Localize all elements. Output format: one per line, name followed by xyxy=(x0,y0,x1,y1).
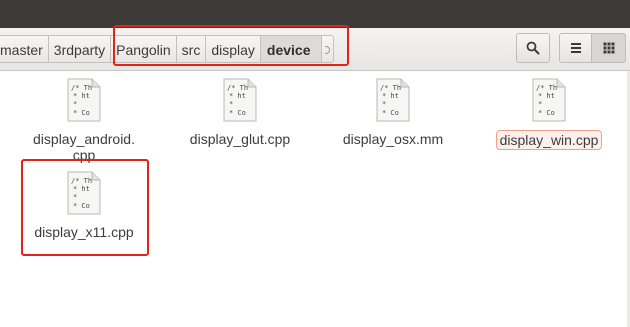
thumb-line-3: * xyxy=(73,193,77,201)
thumb-line-4: * Co xyxy=(538,109,555,117)
title-bar xyxy=(0,0,630,29)
thumb-line-1: /* Th xyxy=(71,84,92,92)
file-name-label: display_osx.mm xyxy=(342,131,444,147)
file-name-label: display_win.cpp xyxy=(479,130,619,150)
search-button[interactable] xyxy=(516,33,550,63)
list-view-icon xyxy=(570,43,581,53)
thumb-line-2: * ht xyxy=(538,92,555,100)
thumb-line-1: /* Th xyxy=(71,177,92,185)
thumb-line-2: * ht xyxy=(229,92,246,100)
search-icon xyxy=(526,41,540,55)
thumb-line-4: * Co xyxy=(229,109,246,117)
breadcrumb-item-device[interactable]: device xyxy=(260,35,322,63)
thumb-line-2: * ht xyxy=(382,92,399,100)
cpp-file-icon: /* Th * ht * * Co xyxy=(532,78,566,122)
cpp-file-icon: /* Th * ht * * Co xyxy=(223,78,257,122)
file-view: /* Th * ht * * Co display_android. cpp /… xyxy=(0,71,630,327)
file-item[interactable]: /* Th * ht * * Co display_osx.mm xyxy=(323,78,463,168)
thumb-line-3: * xyxy=(229,100,233,108)
file-item[interactable]: /* Th * ht * * Co display_glut.cpp xyxy=(170,78,310,168)
thumb-line-1: /* Th xyxy=(380,84,401,92)
file-name-label: display_x11.cpp xyxy=(34,224,134,240)
mm-file-icon: /* Th * ht * * Co xyxy=(376,78,410,122)
grid-view-button[interactable] xyxy=(592,33,626,63)
file-item-selected[interactable]: /* Th * ht * * Co display_win.cpp xyxy=(479,78,619,168)
thumb-line-1: /* Th xyxy=(536,84,557,92)
thumb-line-2: * ht xyxy=(73,92,90,100)
file-item[interactable]: /* Th * ht * * Co display_x11.cpp xyxy=(14,171,154,241)
thumb-line-2: * ht xyxy=(73,185,90,193)
thumb-line-4: * Co xyxy=(73,109,90,117)
thumb-line-4: * Co xyxy=(382,109,399,117)
breadcrumb-item-master[interactable]: master xyxy=(0,35,49,63)
breadcrumb-item-pangolin[interactable]: Pangolin xyxy=(111,35,177,63)
cpp-file-icon: /* Th * ht * * Co xyxy=(67,78,101,122)
breadcrumb-overflow-chevron-icon[interactable] xyxy=(321,35,334,63)
cpp-file-icon: /* Th * ht * * Co xyxy=(67,171,101,215)
breadcrumb-item-src[interactable]: src xyxy=(176,35,207,63)
grid-view-icon xyxy=(603,42,614,54)
thumb-line-3: * xyxy=(538,100,542,108)
thumb-line-3: * xyxy=(73,100,77,108)
thumb-line-3: * xyxy=(382,100,386,108)
file-manager-window: master 3rdparty Pangolin src display dev… xyxy=(0,0,630,327)
breadcrumb-item-3rdparty[interactable]: 3rdparty xyxy=(48,35,112,63)
breadcrumb-item-display[interactable]: display xyxy=(206,35,261,63)
thumb-line-1: /* Th xyxy=(227,84,248,92)
file-name-label: display_glut.cpp xyxy=(189,131,291,147)
thumb-line-4: * Co xyxy=(73,202,90,210)
breadcrumb: master 3rdparty Pangolin src display dev… xyxy=(0,35,334,63)
list-view-button[interactable] xyxy=(559,33,592,63)
file-name-label: display_android. cpp xyxy=(33,131,135,163)
file-item[interactable]: /* Th * ht * * Co display_android. cpp xyxy=(14,78,154,168)
